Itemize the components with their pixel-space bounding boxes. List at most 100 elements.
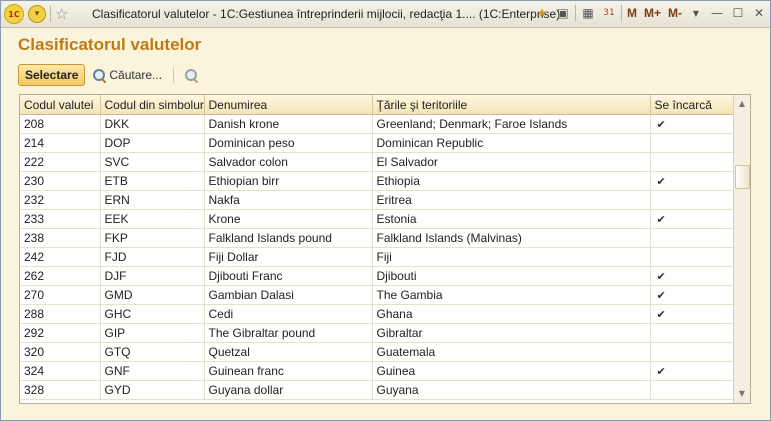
- table-row[interactable]: 328 GYD Guyana dollar Guyana: [20, 380, 734, 400]
- cell-name: Ethiopian birr: [204, 171, 373, 191]
- cell-name: Quetzal: [204, 342, 373, 362]
- column-header-loaded[interactable]: Se încarcă: [650, 95, 734, 115]
- cell-loaded: [650, 133, 734, 153]
- cell-name: Djibouti Franc: [204, 266, 373, 286]
- cell-code: 324: [20, 361, 101, 381]
- scroll-up-icon[interactable]: ▲: [736, 97, 748, 111]
- table-row[interactable]: 324 GNF Guinean franc Guinea ✔: [20, 361, 734, 381]
- memory-minus-button[interactable]: M-: [666, 4, 684, 22]
- cell-name: Danish krone: [204, 114, 373, 134]
- cell-name: Nakfa: [204, 190, 373, 210]
- table-row[interactable]: 320 GTQ Quetzal Guatemala: [20, 342, 734, 362]
- cell-symbol: ERN: [100, 190, 205, 210]
- cell-loaded: ✔: [650, 114, 734, 134]
- cell-countries: Guinea: [372, 361, 651, 381]
- cell-name: Falkland Islands pound: [204, 228, 373, 248]
- table-row[interactable]: 270 GMD Gambian Dalasi The Gambia ✔: [20, 285, 734, 305]
- cell-name: Guinean franc: [204, 361, 373, 381]
- table-row[interactable]: 242 FJD Fiji Dollar Fiji: [20, 247, 734, 267]
- cell-code: 214: [20, 133, 101, 153]
- cell-code: 262: [20, 266, 101, 286]
- table-header-row: Codul valutei Codul din simboluri Denumi…: [20, 95, 734, 115]
- more-dropdown-icon[interactable]: ▼: [687, 4, 705, 22]
- app-logo-icon[interactable]: 1С: [4, 4, 24, 24]
- column-header-symbol[interactable]: Codul din simboluri: [100, 95, 205, 115]
- cell-loaded: [650, 228, 734, 248]
- cell-countries: Guyana: [372, 380, 651, 400]
- table-row[interactable]: 288 GHC Cedi Ghana ✔: [20, 304, 734, 324]
- cell-loaded: ✔: [650, 266, 734, 286]
- table-row[interactable]: 230 ETB Ethiopian birr Ethiopia ✔: [20, 171, 734, 191]
- search-label: Căutare...: [109, 68, 163, 82]
- search-icon: [93, 68, 106, 82]
- main-menu-dropdown-icon[interactable]: ▾: [28, 5, 46, 23]
- cell-loaded: [650, 152, 734, 172]
- scroll-thumb[interactable]: [735, 165, 750, 189]
- cell-symbol: GMD: [100, 285, 205, 305]
- cell-code: 233: [20, 209, 101, 229]
- column-header-code[interactable]: Codul valutei: [20, 95, 101, 115]
- cell-name: Dominican peso: [204, 133, 373, 153]
- column-header-countries[interactable]: Ţările şi teritoriile: [372, 95, 651, 115]
- select-button[interactable]: Selectare: [18, 64, 86, 86]
- minimize-icon[interactable]: —: [708, 4, 726, 22]
- favorite-add-icon[interactable]: ★: [533, 4, 551, 22]
- table-row[interactable]: 233 EEK Krone Estonia ✔: [20, 209, 734, 229]
- cell-loaded: ✔: [650, 209, 734, 229]
- column-header-name[interactable]: Denumirea: [204, 95, 373, 115]
- cell-symbol: GIP: [100, 323, 205, 343]
- memory-m-button[interactable]: M: [625, 4, 639, 22]
- cell-name: Gambian Dalasi: [204, 285, 373, 305]
- favorites-star-icon[interactable]: ☆: [55, 6, 68, 22]
- table-row[interactable]: 214 DOP Dominican peso Dominican Republic: [20, 133, 734, 153]
- cell-code: 238: [20, 228, 101, 248]
- search-button[interactable]: Căutare...: [91, 65, 164, 85]
- cell-code: 208: [20, 114, 101, 134]
- calculator-icon[interactable]: ▦: [579, 4, 597, 22]
- calendar-icon[interactable]: 31: [600, 4, 618, 22]
- memory-plus-button[interactable]: M+: [642, 4, 663, 22]
- table-row[interactable]: 262 DJF Djibouti Franc Djibouti ✔: [20, 266, 734, 286]
- cell-name: The Gibraltar pound: [204, 323, 373, 343]
- table-row[interactable]: 232 ERN Nakfa Eritrea: [20, 190, 734, 210]
- cell-symbol: FKP: [100, 228, 205, 248]
- cell-name: Fiji Dollar: [204, 247, 373, 267]
- cell-countries: Ghana: [372, 304, 651, 324]
- cell-loaded: ✔: [650, 171, 734, 191]
- close-icon[interactable]: ✕: [750, 4, 768, 22]
- cell-countries: Falkland Islands (Malvinas): [372, 228, 651, 248]
- cell-countries: Ethiopia: [372, 171, 651, 191]
- table-row[interactable]: 222 SVC Salvador colon El Salvador: [20, 152, 734, 172]
- cell-symbol: FJD: [100, 247, 205, 267]
- vertical-scrollbar[interactable]: ▲ ▼: [733, 95, 750, 403]
- table-row[interactable]: 238 FKP Falkland Islands pound Falkland Isl…: [20, 228, 734, 248]
- cell-name: Guyana dollar: [204, 380, 373, 400]
- cell-name: Salvador colon: [204, 152, 373, 172]
- cell-symbol: DKK: [100, 114, 205, 134]
- scroll-down-icon[interactable]: ▼: [736, 387, 748, 401]
- currency-table-body: Codul valutei Codul din simboluri Denumi…: [20, 95, 734, 400]
- bookmark-icon[interactable]: ▣: [554, 4, 572, 22]
- window-title: Clasificatorul valutelor - 1C:Gestiunea …: [92, 7, 561, 21]
- title-separator: [50, 6, 51, 22]
- cell-symbol: EEK: [100, 209, 205, 229]
- cell-code: 292: [20, 323, 101, 343]
- cell-countries: El Salvador: [372, 152, 651, 172]
- currency-table: Codul valutei Codul din simboluri Denumi…: [19, 94, 751, 404]
- cell-symbol: SVC: [100, 152, 205, 172]
- cell-countries: Fiji: [372, 247, 651, 267]
- cell-code: 232: [20, 190, 101, 210]
- cell-countries: Greenland; Denmark; Faroe Islands: [372, 114, 651, 134]
- cell-countries: Guatemala: [372, 342, 651, 362]
- maximize-icon[interactable]: ☐: [729, 4, 747, 22]
- title-separator-2: [574, 5, 576, 21]
- title-bar-left: 1С ▾ ☆: [4, 4, 68, 24]
- cell-loaded: ✔: [650, 285, 734, 305]
- cell-code: 222: [20, 152, 101, 172]
- table-row[interactable]: 208 DKK Danish krone Greenland; Denmark; Fa…: [20, 114, 734, 134]
- toolbar-separator: [173, 67, 175, 83]
- cell-countries: Eritrea: [372, 190, 651, 210]
- clear-search-button[interactable]: [183, 65, 200, 85]
- cell-loaded: [650, 380, 734, 400]
- table-row[interactable]: 292 GIP The Gibraltar pound Gibraltar: [20, 323, 734, 343]
